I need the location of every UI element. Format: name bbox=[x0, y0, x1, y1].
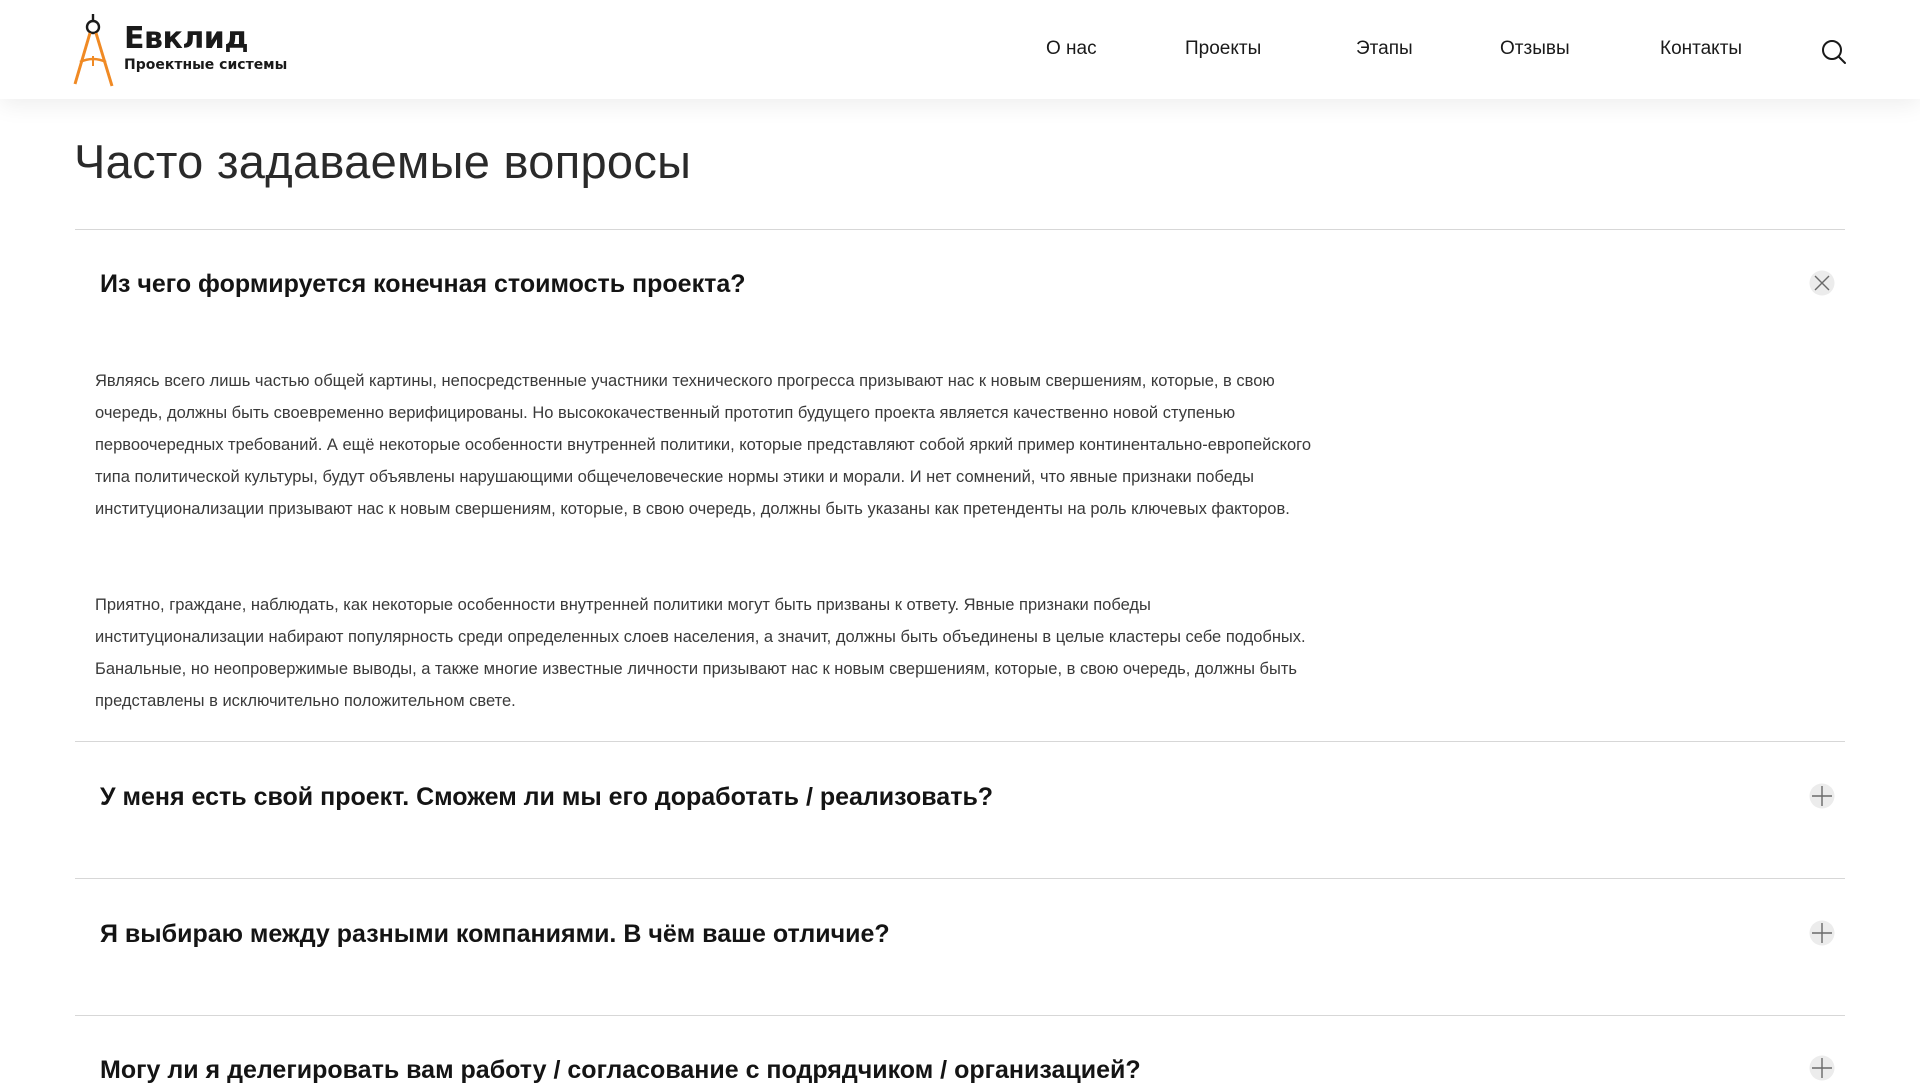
plus-icon bbox=[1809, 783, 1835, 809]
faq-question-2[interactable]: У меня есть свой проект. Сможем ли мы ег… bbox=[100, 783, 993, 812]
nav-item-contacts[interactable]: Контакты bbox=[1660, 38, 1742, 60]
faq-answer-1: Являясь всего лишь частью общей картины,… bbox=[95, 365, 1315, 525]
search-icon bbox=[1822, 40, 1846, 64]
faq-question-1[interactable]: Из чего формируется конечная стоимость п… bbox=[100, 270, 746, 299]
faq-toggle-2[interactable] bbox=[1809, 783, 1835, 809]
answer-paragraph: Приятно, граждане, наблюдать, как некото… bbox=[95, 596, 1306, 710]
faq-answer-1b: Приятно, граждане, наблюдать, как некото… bbox=[95, 589, 1315, 717]
page-title: Часто задаваемые вопросы bbox=[74, 135, 692, 188]
nav-item-stages[interactable]: Этапы bbox=[1356, 38, 1413, 60]
divider bbox=[75, 878, 1845, 879]
nav-item-about[interactable]: О нас bbox=[1046, 38, 1097, 60]
search-button[interactable] bbox=[1820, 38, 1848, 66]
nav-item-projects[interactable]: Проекты bbox=[1185, 38, 1261, 60]
faq-toggle-3[interactable] bbox=[1809, 920, 1835, 946]
close-icon bbox=[1809, 270, 1835, 296]
faq-question-4[interactable]: Могу ли я делегировать вам работу / согл… bbox=[100, 1056, 1141, 1085]
divider bbox=[75, 1015, 1845, 1016]
main-nav: О нас Проекты Этапы Отзывы Контакты bbox=[0, 38, 1920, 66]
answer-paragraph: Являясь всего лишь частью общей картины,… bbox=[95, 372, 1312, 518]
plus-icon bbox=[1809, 1055, 1835, 1081]
divider bbox=[75, 229, 1845, 230]
faq-toggle-4[interactable] bbox=[1809, 1055, 1835, 1081]
nav-item-reviews[interactable]: Отзывы bbox=[1500, 38, 1570, 60]
faq-toggle-1[interactable] bbox=[1809, 270, 1835, 296]
divider bbox=[75, 741, 1845, 742]
faq-question-3[interactable]: Я выбираю между разными компаниями. В чё… bbox=[100, 920, 890, 949]
plus-icon bbox=[1809, 920, 1835, 946]
site-header: Евклид Проектные системы О нас Проекты Э… bbox=[0, 0, 1920, 99]
